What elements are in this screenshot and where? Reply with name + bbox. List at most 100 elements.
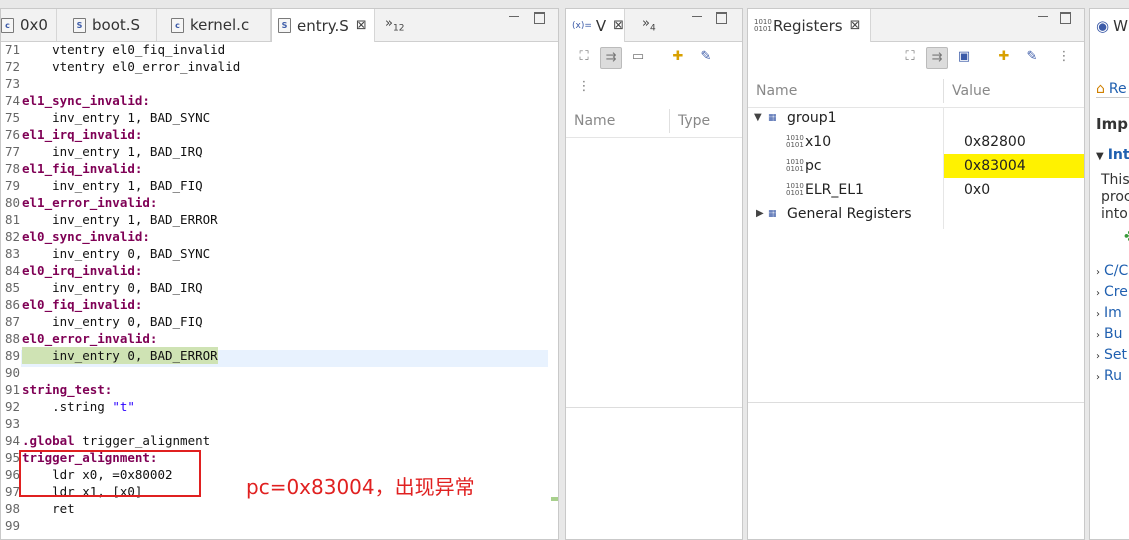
maximize-icon[interactable]	[716, 12, 727, 24]
minimize-icon[interactable]	[1038, 16, 1048, 17]
code-line[interactable]: 87 inv_entry 0, BAD_FIQ	[1, 313, 558, 330]
code-line[interactable]: 78 el1_fiq_invalid:	[1, 160, 558, 177]
register-group-row[interactable]: ▼ ▦ group1	[748, 106, 1084, 130]
close-tab-icon[interactable]: ⊠	[850, 18, 861, 33]
code-line[interactable]: 93	[1, 415, 558, 432]
variables-tabbar: (x)= V ⊠ »4	[566, 9, 742, 42]
code-line[interactable]: 94 .global trigger_alignment	[1, 432, 558, 449]
minimize-icon[interactable]	[509, 16, 519, 17]
c-file-icon: c	[171, 17, 184, 33]
edit-icon[interactable]: ✎	[696, 47, 716, 67]
code-text: vtentry el0_fiq_invalid	[22, 42, 226, 57]
section-intro[interactable]: ▼ Int	[1096, 147, 1129, 163]
code-line[interactable]: 73	[1, 75, 558, 92]
collapse-all-icon[interactable]: ⛶	[574, 47, 594, 67]
register-icon: 1010 0101	[786, 158, 804, 173]
column-name[interactable]: Name	[574, 113, 615, 129]
maximize-icon[interactable]	[534, 12, 545, 24]
tab-entry-s[interactable]: S entry.S ⊠	[271, 9, 375, 42]
collapsed-arrow-icon[interactable]: ▶	[756, 202, 764, 226]
layout-icon[interactable]: ▭	[628, 47, 648, 67]
register-row[interactable]: 1010 0101ELR_EL1 0x0	[748, 178, 1084, 202]
code-line[interactable]: 76 el1_irq_invalid:	[1, 126, 558, 143]
tab-overflow[interactable]: »12	[379, 9, 419, 41]
code-line[interactable]: 91 string_test:	[1, 381, 558, 398]
layout-icon[interactable]: ▣	[954, 47, 974, 67]
tab-welcome[interactable]: ◉ W	[1090, 9, 1129, 42]
code-line[interactable]: 79 inv_entry 1, BAD_FIQ	[1, 177, 558, 194]
column-type[interactable]: Type	[678, 113, 710, 129]
code-line[interactable]: 98 ret	[1, 500, 558, 517]
code-line[interactable]: 74 el1_sync_invalid:	[1, 92, 558, 109]
code-text: .string "t"	[22, 399, 135, 414]
code-line[interactable]: 86 el0_fiq_invalid:	[1, 296, 558, 313]
home-icon: ⌂	[1096, 81, 1105, 97]
show-type-names-icon[interactable]: ⇉	[600, 47, 622, 69]
code-line[interactable]: 81 inv_entry 1, BAD_ERROR	[1, 211, 558, 228]
new-expression-icon[interactable]: ✚	[668, 47, 688, 67]
tab-boot-s[interactable]: S boot.S	[57, 9, 157, 41]
line-number: 84	[4, 263, 20, 278]
registers-tabbar: 1010 0101 Registers ⊠	[748, 9, 1084, 42]
edit-group-icon[interactable]: ✎	[1022, 47, 1042, 67]
line-number: 90	[4, 365, 20, 380]
code-text: vtentry el0_error_invalid	[22, 59, 241, 74]
code-line[interactable]: 92 .string "t"	[1, 398, 558, 415]
tab-registers[interactable]: 1010 0101 Registers ⊠	[748, 9, 871, 42]
code-line[interactable]: 75 inv_entry 1, BAD_SYNC	[1, 109, 558, 126]
registers-icon: 1010 0101	[754, 17, 772, 33]
tab-kernel-c[interactable]: c kernel.c	[157, 9, 271, 41]
tab-0x0[interactable]: c 0x0	[1, 9, 57, 41]
line-number: 74	[4, 93, 20, 108]
code-text: el0_sync_invalid:	[22, 229, 150, 244]
line-number: 71	[4, 42, 20, 57]
code-line[interactable]: 84 el0_irq_invalid:	[1, 262, 558, 279]
line-number: 94	[4, 433, 20, 448]
code-line[interactable]: 83 inv_entry 0, BAD_SYNC	[1, 245, 558, 262]
code-line[interactable]: 82 el0_sync_invalid:	[1, 228, 558, 245]
show-type-names-icon[interactable]: ⇉	[926, 47, 948, 69]
column-name[interactable]: Name	[756, 83, 797, 99]
register-group-icon: ▦	[768, 208, 777, 219]
add-register-group-icon[interactable]: ✚	[994, 47, 1014, 67]
register-group-row[interactable]: ▶ ▦ General Registers	[748, 202, 1084, 226]
asm-file-icon: S	[278, 18, 291, 33]
maximize-icon[interactable]	[1060, 12, 1071, 24]
register-row[interactable]: 1010 0101pc 0x83004	[748, 154, 1084, 178]
code-line[interactable]: 90	[1, 364, 558, 381]
expanded-arrow-icon[interactable]: ▼	[754, 106, 762, 130]
line-number: 73	[4, 76, 20, 91]
collapsed-arrow-icon: ›	[1096, 330, 1100, 341]
line-number: 97	[4, 484, 20, 499]
view-menu-icon[interactable]: ⋮	[1054, 47, 1074, 67]
code-line[interactable]: 77 inv_entry 1, BAD_IRQ	[1, 143, 558, 160]
code-line[interactable]: 99	[1, 517, 558, 534]
minimize-icon[interactable]	[692, 16, 702, 17]
code-text: el0_fiq_invalid:	[22, 297, 143, 312]
column-value[interactable]: Value	[952, 83, 990, 99]
collapse-all-icon[interactable]: ⛶	[900, 47, 920, 67]
line-number: 77	[4, 144, 20, 159]
code-line[interactable]: 72 vtentry el0_error_invalid	[1, 58, 558, 75]
code-line[interactable]: 71 vtentry el0_fiq_invalid	[1, 41, 558, 58]
asm-file-icon: S	[73, 17, 86, 33]
code-line[interactable]: 85 inv_entry 0, BAD_IRQ	[1, 279, 558, 296]
view-menu-icon[interactable]: ⋮	[574, 77, 594, 97]
variables-toolbar: ⛶ ⇉ ▭ ✚ ✎	[566, 47, 742, 73]
tab-overflow[interactable]: »4	[636, 9, 666, 41]
code-line[interactable]: 80 el1_error_invalid:	[1, 194, 558, 211]
tab-variables[interactable]: (x)= V ⊠	[566, 9, 625, 42]
register-icon: 1010 0101	[786, 134, 804, 149]
register-row[interactable]: 1010 0101x10 0x82800	[748, 130, 1084, 154]
code-text: el1_irq_invalid:	[22, 127, 143, 142]
line-number: 92	[4, 399, 20, 414]
collapsed-arrow-icon: ›	[1096, 288, 1100, 299]
cheatsheet-icon[interactable]: ✤	[1124, 229, 1129, 245]
code-line[interactable]: 88 el0_error_invalid:	[1, 330, 558, 347]
welcome-pane: ◉ W ⌂Re Imp ▼Int This proc into ✤ ›C/C ›…	[1089, 8, 1129, 540]
close-tab-icon[interactable]: ⊠	[613, 18, 624, 33]
close-tab-icon[interactable]: ⊠	[356, 18, 367, 33]
code-text: inv_entry 0, BAD_ERROR	[22, 347, 218, 364]
register-icon: 1010 0101	[786, 182, 804, 197]
code-line[interactable]: 89 inv_entry 0, BAD_ERROR	[1, 347, 558, 364]
